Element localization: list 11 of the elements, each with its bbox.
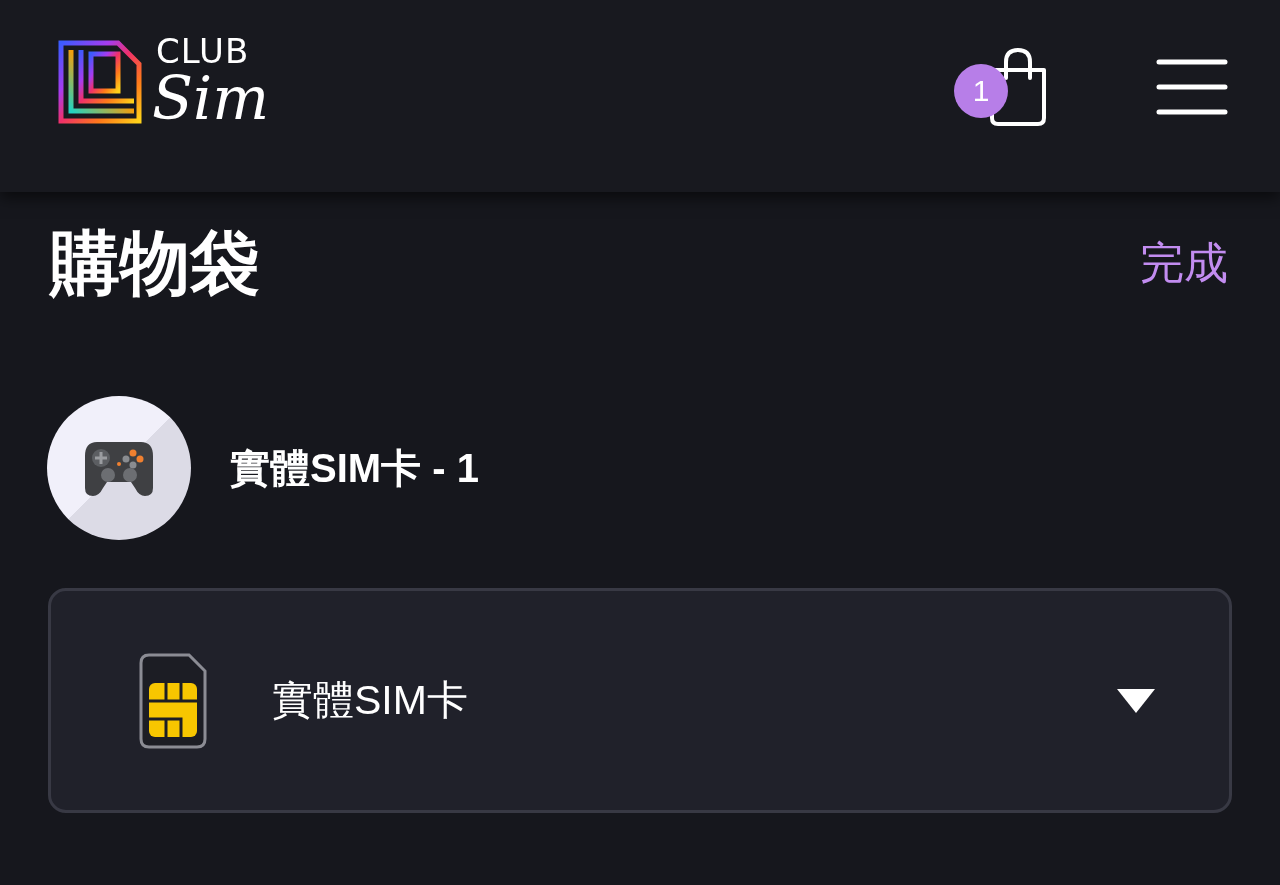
caret-icon	[1117, 688, 1155, 713]
cart-count-badge: 1	[954, 64, 1008, 118]
menu-icon[interactable]	[1156, 59, 1228, 115]
logo-script-text: Sim	[152, 66, 270, 130]
logo-mark-icon	[58, 40, 142, 124]
sim-type-select[interactable]: 實體SIM卡	[48, 588, 1232, 813]
sim-card-icon	[139, 652, 207, 749]
page-title: 購物袋	[50, 223, 260, 304]
done-link[interactable]: 完成	[1140, 241, 1228, 285]
logo-text: CLUB	[156, 34, 251, 68]
product-name: 實體SIM卡 - 1	[230, 448, 479, 488]
